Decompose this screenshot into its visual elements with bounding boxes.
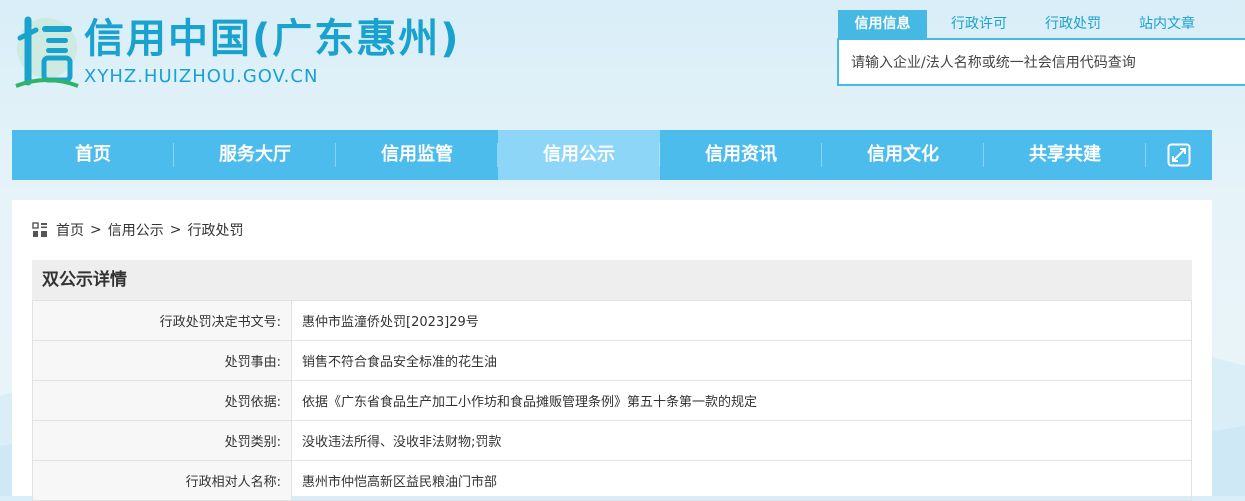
detail-table: 行政处罚决定书文号: 惠仲市监潼侨处罚[2023]29号 处罚事由: 销售不符合… — [32, 300, 1192, 501]
breadcrumb-separator: > — [90, 222, 102, 238]
field-value: 惠仲市监潼侨处罚[2023]29号 — [291, 300, 1192, 341]
field-label: 处罚类别: — [32, 420, 292, 461]
breadcrumb-separator: > — [169, 222, 182, 238]
breadcrumb: 首页 > 信用公示 > 行政处罚 — [32, 220, 243, 240]
field-label: 行政处罚决定书文号: — [32, 300, 292, 341]
table-row: 处罚类别: 没收违法所得、没收非法财物;罚款 — [32, 420, 1192, 461]
site-title: 信用中国(广东惠州) — [84, 16, 461, 62]
table-row: 处罚依据: 依据《广东省食品生产加工小作坊和食品摊贩管理条例》第五十条第一款的规… — [32, 380, 1192, 421]
search-tab-site-articles[interactable]: 站内文章 — [1120, 10, 1214, 38]
search-box — [837, 38, 1245, 86]
breadcrumb-home[interactable]: 首页 — [56, 220, 84, 240]
search-tabs: 信用信息 行政许可 行政处罚 站内文章 — [838, 10, 1214, 38]
content-panel: 首页 > 信用公示 > 行政处罚 双公示详情 行政处罚决定书文号: 惠仲市监潼侨… — [12, 200, 1212, 501]
field-value: 销售不符合食品安全标准的花生油 — [291, 340, 1192, 381]
table-row: 行政处罚决定书文号: 惠仲市监潼侨处罚[2023]29号 — [32, 300, 1192, 341]
grid-icon — [32, 222, 47, 237]
main-nav: 首页 服务大厅 信用监管 信用公示 信用资讯 信用文化 共享共建 — [12, 130, 1212, 180]
site-logo[interactable] — [14, 12, 80, 92]
search-tab-credit-info[interactable]: 信用信息 — [838, 10, 927, 38]
search-tab-admin-license[interactable]: 行政许可 — [932, 10, 1026, 38]
nav-item-credit-supervision[interactable]: 信用监管 — [336, 130, 498, 180]
search-input[interactable] — [839, 40, 1233, 86]
nav-item-credit-news[interactable]: 信用资讯 — [660, 130, 822, 180]
breadcrumb-admin-penalty[interactable]: 行政处罚 — [187, 220, 243, 240]
field-value: 惠州市仲恺高新区益民粮油门市部 — [291, 460, 1192, 501]
breadcrumb-credit-disclosure[interactable]: 信用公示 — [108, 220, 164, 240]
table-row: 行政相对人名称: 惠州市仲恺高新区益民粮油门市部 — [32, 460, 1192, 501]
nav-item-service-hall[interactable]: 服务大厅 — [174, 130, 336, 180]
nav-item-co-construction[interactable]: 共享共建 — [984, 130, 1146, 180]
search-tab-admin-penalty[interactable]: 行政处罚 — [1026, 10, 1120, 38]
nav-item-credit-culture[interactable]: 信用文化 — [822, 130, 984, 180]
field-label: 处罚依据: — [32, 380, 292, 421]
expand-icon — [1167, 143, 1191, 167]
field-value: 没收违法所得、没收非法财物;罚款 — [291, 420, 1192, 461]
site-url: XYHZ.HUIZHOU.GOV.CN — [84, 66, 319, 87]
detail-title: 双公示详情 — [32, 260, 1192, 300]
field-label: 行政相对人名称: — [32, 460, 292, 501]
field-value: 依据《广东省食品生产加工小作坊和食品摊贩管理条例》第五十条第一款的规定 — [291, 380, 1192, 421]
nav-item-credit-disclosure[interactable]: 信用公示 — [498, 130, 660, 180]
field-label: 处罚事由: — [32, 340, 292, 381]
table-row: 处罚事由: 销售不符合食品安全标准的花生油 — [32, 340, 1192, 381]
nav-item-home[interactable]: 首页 — [12, 130, 174, 180]
expand-button[interactable] — [1146, 130, 1212, 180]
